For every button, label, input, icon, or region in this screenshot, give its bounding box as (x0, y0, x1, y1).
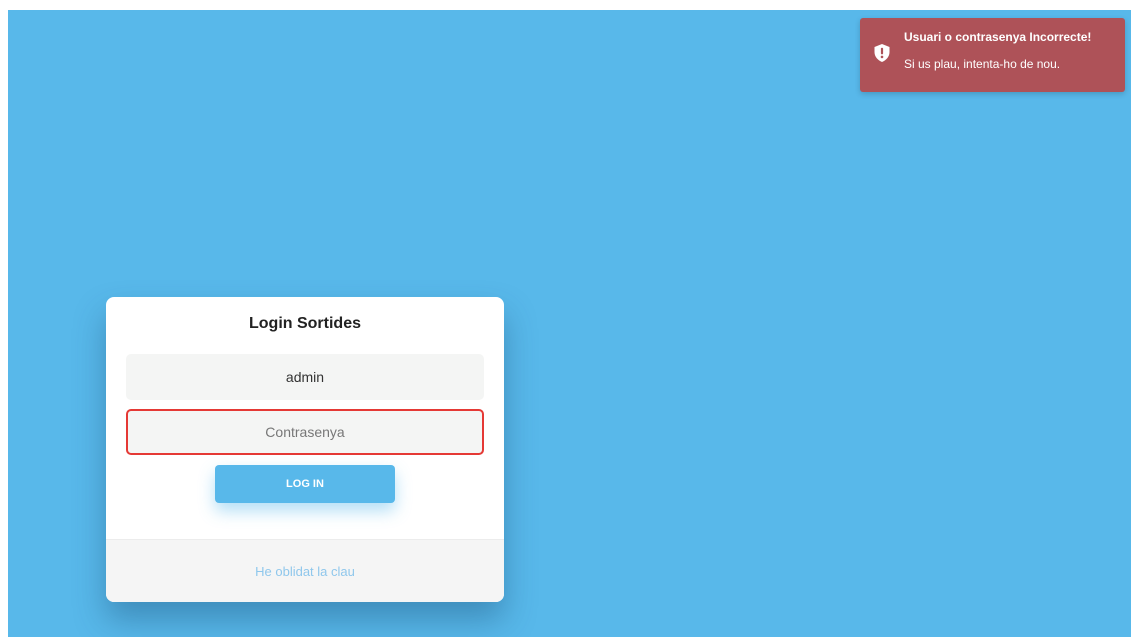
toast-title: Usuari o contrasenya Incorrecte! (904, 30, 1092, 44)
password-field[interactable] (126, 409, 484, 455)
error-toast[interactable]: Usuari o contrasenya Incorrecte! Si us p… (860, 18, 1125, 92)
login-title: Login Sortides (249, 315, 361, 332)
login-button[interactable]: LOG IN (215, 465, 395, 503)
page-background: Login Sortides LOG IN He oblidat la clau… (8, 10, 1131, 637)
forgot-password-link[interactable]: He oblidat la clau (106, 564, 504, 579)
shield-alert-icon (874, 44, 890, 62)
card-footer: He oblidat la clau (106, 539, 504, 602)
toast-message: Si us plau, intenta-ho de nou. (904, 57, 1061, 71)
username-field[interactable] (126, 354, 484, 400)
login-card: Login Sortides LOG IN He oblidat la clau (106, 297, 504, 602)
